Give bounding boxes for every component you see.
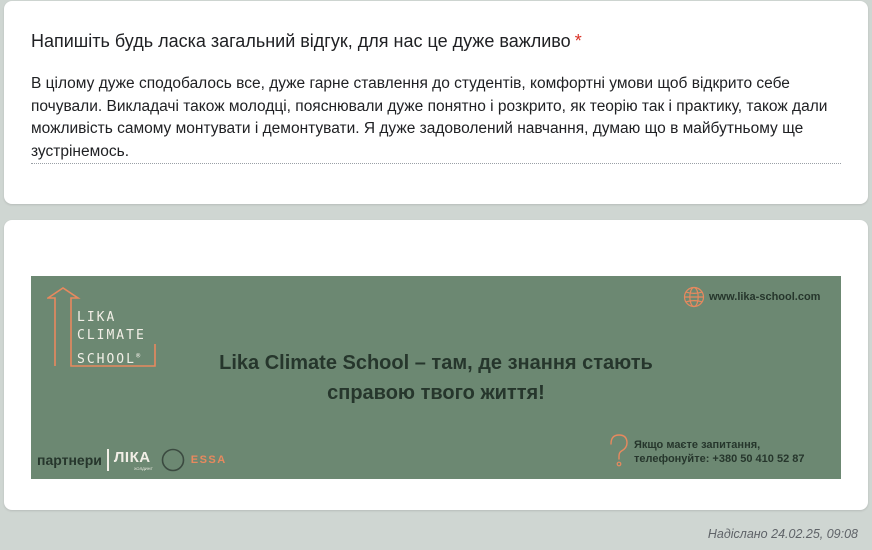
answer-underline xyxy=(31,163,841,164)
logo-line-lika: LIKA xyxy=(77,310,117,325)
contact-line-phone: телефонуйте: +380 50 410 52 87 xyxy=(634,453,805,465)
question-card: Напишіть будь ласка загальний відгук, дл… xyxy=(4,1,868,204)
registered-mark: ® xyxy=(135,352,143,360)
ring-icon xyxy=(161,448,185,472)
partners-row: партнери ЛІКА ХОЛДИНГ ESSA xyxy=(37,448,227,472)
contact-line-question: Якщо маєте запитання, xyxy=(634,439,761,451)
banner-image: LIKA CLIMATE SCHOOL® www.lika-school.com… xyxy=(31,276,841,479)
globe-icon xyxy=(683,286,705,308)
question-mark-icon xyxy=(610,434,628,467)
lika-wordmark: ЛІКА xyxy=(113,448,151,466)
submitted-timestamp: Надіслано 24.02.25, 09:08 xyxy=(707,527,858,541)
lika-holding-logo: ЛІКА ХОЛДИНГ xyxy=(113,448,153,471)
partners-label: партнери xyxy=(37,452,102,468)
question-title: Напишіть будь ласка загальний відгук, дл… xyxy=(31,31,582,52)
required-marker: * xyxy=(574,31,582,51)
lika-subtitle: ХОЛДИНГ xyxy=(133,465,153,471)
banner-headline: Lika Climate School – там, де знання ста… xyxy=(219,352,653,404)
website-text: www.lika-school.com xyxy=(709,291,821,303)
essa-logo: ESSA xyxy=(190,454,227,466)
logo-line-climate: CLIMATE xyxy=(77,328,146,343)
website-row: www.lika-school.com xyxy=(683,286,820,308)
answer-text: В цілому дуже сподобалось все, дуже гарн… xyxy=(31,75,828,160)
contact-text: Якщо маєте запитання, телефонуйте: +380 … xyxy=(634,438,804,466)
logo-line-school-text: SCHOOL xyxy=(77,352,136,367)
logo-line-school: SCHOOL® xyxy=(77,352,142,367)
partners-divider xyxy=(106,449,109,471)
banner-card: LIKA CLIMATE SCHOOL® www.lika-school.com… xyxy=(4,220,868,510)
question-title-text: Напишіть будь ласка загальний відгук, дл… xyxy=(31,31,571,51)
